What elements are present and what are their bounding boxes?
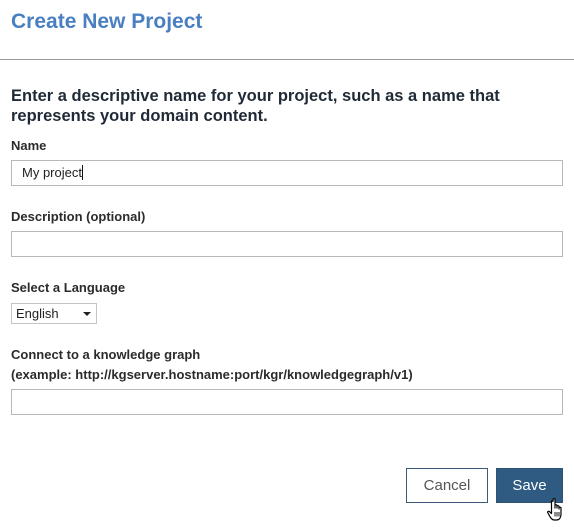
name-input-value: My project [22, 165, 82, 180]
knowledge-graph-input[interactable] [11, 389, 563, 415]
language-label: Select a Language [11, 280, 126, 295]
description-input[interactable] [11, 231, 563, 257]
cancel-button[interactable]: Cancel [406, 468, 488, 503]
knowledge-graph-label: Connect to a knowledge graph [11, 347, 201, 362]
name-input[interactable]: My project [11, 160, 563, 186]
intro-text: Enter a descriptive name for your projec… [11, 87, 500, 125]
language-selected-value: English [16, 306, 59, 321]
dialog-title: Create New Project [11, 10, 203, 33]
dialog-header: Create New Project [0, 0, 574, 60]
hand-pointer-icon [547, 498, 562, 521]
description-label: Description (optional) [11, 209, 146, 224]
caret-down-icon [83, 312, 91, 316]
create-project-dialog: Create New Project Enter a descriptive n… [0, 0, 574, 527]
text-caret [81, 165, 83, 180]
name-label: Name [11, 138, 47, 153]
knowledge-graph-example: (example: http://kgserver.hostname:port/… [11, 367, 413, 382]
language-select[interactable]: English [11, 303, 97, 324]
